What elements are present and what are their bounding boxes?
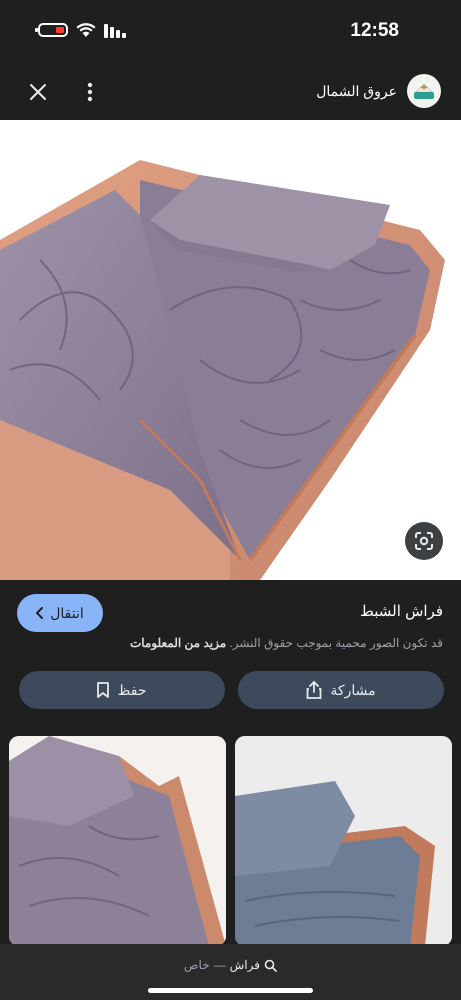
more-options-button[interactable] — [78, 78, 102, 106]
search-query-text: فراش — [229, 958, 260, 972]
status-icons — [35, 22, 128, 38]
visit-button[interactable]: انتقال — [17, 594, 103, 632]
store-logo-icon — [414, 84, 434, 99]
result-title: فراش الشبط — [360, 603, 443, 620]
share-icon — [307, 681, 322, 699]
source-logo — [407, 74, 441, 108]
status-time: 12:58 — [350, 20, 399, 41]
share-button[interactable]: مشاركة — [238, 671, 444, 709]
battery-icon — [35, 23, 68, 37]
source-site[interactable]: عروق الشمال — [316, 74, 441, 108]
bookmark-icon — [97, 682, 110, 698]
source-name: عروق الشمال — [316, 82, 397, 99]
related-product-image — [235, 736, 452, 946]
lens-search-button[interactable] — [405, 522, 443, 560]
status-bar: 12:58 — [0, 0, 461, 64]
main-product-image[interactable] — [0, 120, 461, 580]
lens-icon — [415, 532, 433, 550]
search-icon — [264, 959, 277, 972]
close-icon — [30, 84, 46, 100]
sleeping-bag-image — [0, 120, 461, 580]
more-info-link[interactable]: مزيد من المعلومات — [130, 636, 226, 650]
related-image-1[interactable] — [9, 736, 226, 946]
search-suffix: خاص — [184, 958, 210, 972]
related-product-image — [9, 736, 226, 946]
save-button[interactable]: حفظ — [19, 671, 225, 709]
home-indicator[interactable] — [148, 988, 313, 993]
notice-text: قد تكون الصور محمية بموجب حقوق النشر. — [229, 636, 443, 650]
share-label: مشاركة — [330, 681, 376, 698]
chevron-left-icon — [36, 607, 44, 619]
app-bar: عروق الشمال — [0, 64, 461, 120]
close-button[interactable] — [24, 78, 52, 106]
signal-icon — [104, 24, 126, 38]
visit-label: انتقال — [50, 604, 84, 621]
copyright-notice: قد تكون الصور محمية بموجب حقوق النشر. مز… — [130, 636, 443, 650]
search-query[interactable]: فراش — خاص — [0, 958, 461, 972]
related-image-2[interactable] — [235, 736, 452, 946]
more-vert-icon — [87, 82, 93, 102]
search-separator: — — [213, 958, 226, 972]
save-label: حفظ — [117, 681, 147, 698]
wifi-icon — [76, 23, 96, 37]
